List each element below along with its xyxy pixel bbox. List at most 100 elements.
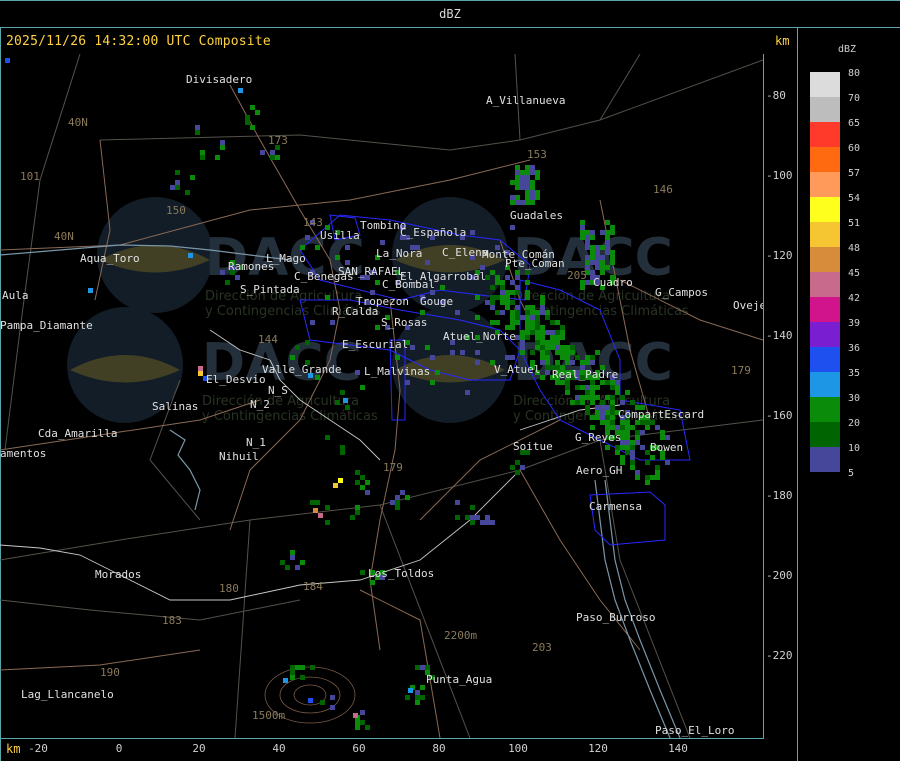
echo-cell xyxy=(475,315,480,320)
echo-cell xyxy=(185,190,190,195)
echo-cell xyxy=(535,320,540,325)
legend-label: 39 xyxy=(848,318,861,329)
place-r-calda: R_Calda xyxy=(332,305,378,318)
place-n-2: N_2 xyxy=(250,398,270,411)
echo-cell xyxy=(420,665,425,670)
echo-cell xyxy=(575,355,580,360)
echo-cell xyxy=(315,500,320,505)
echo-cell xyxy=(510,280,515,285)
echo-cell xyxy=(450,350,455,355)
echo-cell xyxy=(338,478,343,483)
echo-cell xyxy=(420,695,425,700)
echo-cell xyxy=(605,445,610,450)
echo-cell xyxy=(465,390,470,395)
echo-cell xyxy=(88,288,93,293)
place-e-escurial: E_Escurial xyxy=(342,338,408,351)
echo-cell xyxy=(595,265,600,270)
echo-cell xyxy=(520,465,525,470)
echo-cell xyxy=(585,245,590,250)
echo-cell xyxy=(515,185,520,190)
echo-cell xyxy=(520,335,525,340)
echo-cell xyxy=(535,190,540,195)
legend-swatch xyxy=(810,397,840,422)
frame-legend-divider xyxy=(797,28,798,761)
echo-cell xyxy=(395,495,400,500)
place-amentos: amentos xyxy=(0,447,46,460)
place-c-espanola: C_Española xyxy=(400,226,466,239)
place-s-rosas: S_Rosas xyxy=(381,316,427,329)
place-la-nora: La_Nora xyxy=(376,247,422,260)
place-aqua-toro: Aqua_Toro xyxy=(80,252,140,265)
place-n-s: N_S xyxy=(268,384,288,397)
place-guadales: Guadales xyxy=(510,209,563,222)
place-a-villanueva: A_Villanueva xyxy=(486,94,565,107)
route-label: 144 xyxy=(258,333,278,346)
echo-cell xyxy=(610,255,615,260)
place-usilla: Usilla xyxy=(320,229,360,242)
echo-cell xyxy=(355,370,360,375)
place-gouge: Gouge xyxy=(420,295,453,308)
echo-cell xyxy=(645,475,650,480)
legend-swatch xyxy=(810,97,840,122)
echo-cell xyxy=(600,405,605,410)
echo-cell xyxy=(650,475,655,480)
echo-cell xyxy=(610,400,615,405)
echo-cell xyxy=(545,330,550,335)
echo-cell xyxy=(353,713,358,718)
route-label: 101 xyxy=(20,170,40,183)
echo-cell xyxy=(645,460,650,465)
echo-cell xyxy=(595,395,600,400)
echo-cell xyxy=(560,350,565,355)
echo-cell xyxy=(545,315,550,320)
echo-cell xyxy=(520,200,525,205)
radar-map[interactable]: DACC Dirección de Agricultura y Continge… xyxy=(0,54,763,738)
echo-cell xyxy=(520,185,525,190)
echo-cell xyxy=(525,270,530,275)
echo-cell xyxy=(530,330,535,335)
echo-cell xyxy=(510,180,515,185)
echo-cell xyxy=(630,465,635,470)
echo-cell xyxy=(515,305,520,310)
echo-cell xyxy=(605,230,610,235)
echo-cell xyxy=(610,250,615,255)
echo-cell xyxy=(525,320,530,325)
echo-cell xyxy=(245,120,250,125)
x-tick: 20 xyxy=(192,742,206,755)
place-cuadro: Cuadro xyxy=(593,276,633,289)
echo-cell xyxy=(355,725,360,730)
echo-cell xyxy=(630,440,635,445)
echo-cell xyxy=(200,150,205,155)
echo-cell xyxy=(360,475,365,480)
place-aero-gh: Aero_GH xyxy=(576,464,622,477)
echo-cell xyxy=(580,395,585,400)
echo-cell xyxy=(620,395,625,400)
place-carmensa: Carmensa xyxy=(589,500,642,513)
echo-cell xyxy=(520,170,525,175)
place-valle-grande: Valle_Grande xyxy=(262,363,341,376)
legend-swatch xyxy=(810,147,840,172)
echo-cell xyxy=(395,500,400,505)
legend-label: 36 xyxy=(848,343,861,354)
echo-cell xyxy=(590,230,595,235)
route-label: 146 xyxy=(653,183,673,196)
echo-cell xyxy=(405,495,410,500)
echo-cell xyxy=(540,340,545,345)
x-tick: 0 xyxy=(115,742,123,755)
place-salinas: Salinas xyxy=(152,400,198,413)
echo-cell xyxy=(505,275,510,280)
echo-cell xyxy=(565,355,570,360)
echo-cell xyxy=(540,310,545,315)
place-n-1: N_1 xyxy=(246,436,266,449)
echo-cell xyxy=(510,310,515,315)
echo-cell xyxy=(605,395,610,400)
echo-cell xyxy=(500,280,505,285)
echo-cell xyxy=(515,195,520,200)
echo-cell xyxy=(535,335,540,340)
echo-cell xyxy=(425,260,430,265)
echo-cell xyxy=(485,520,490,525)
echo-cell xyxy=(290,670,295,675)
echo-cell xyxy=(260,150,265,155)
echo-cell xyxy=(475,350,480,355)
echo-cell xyxy=(530,190,535,195)
echo-cell xyxy=(515,175,520,180)
